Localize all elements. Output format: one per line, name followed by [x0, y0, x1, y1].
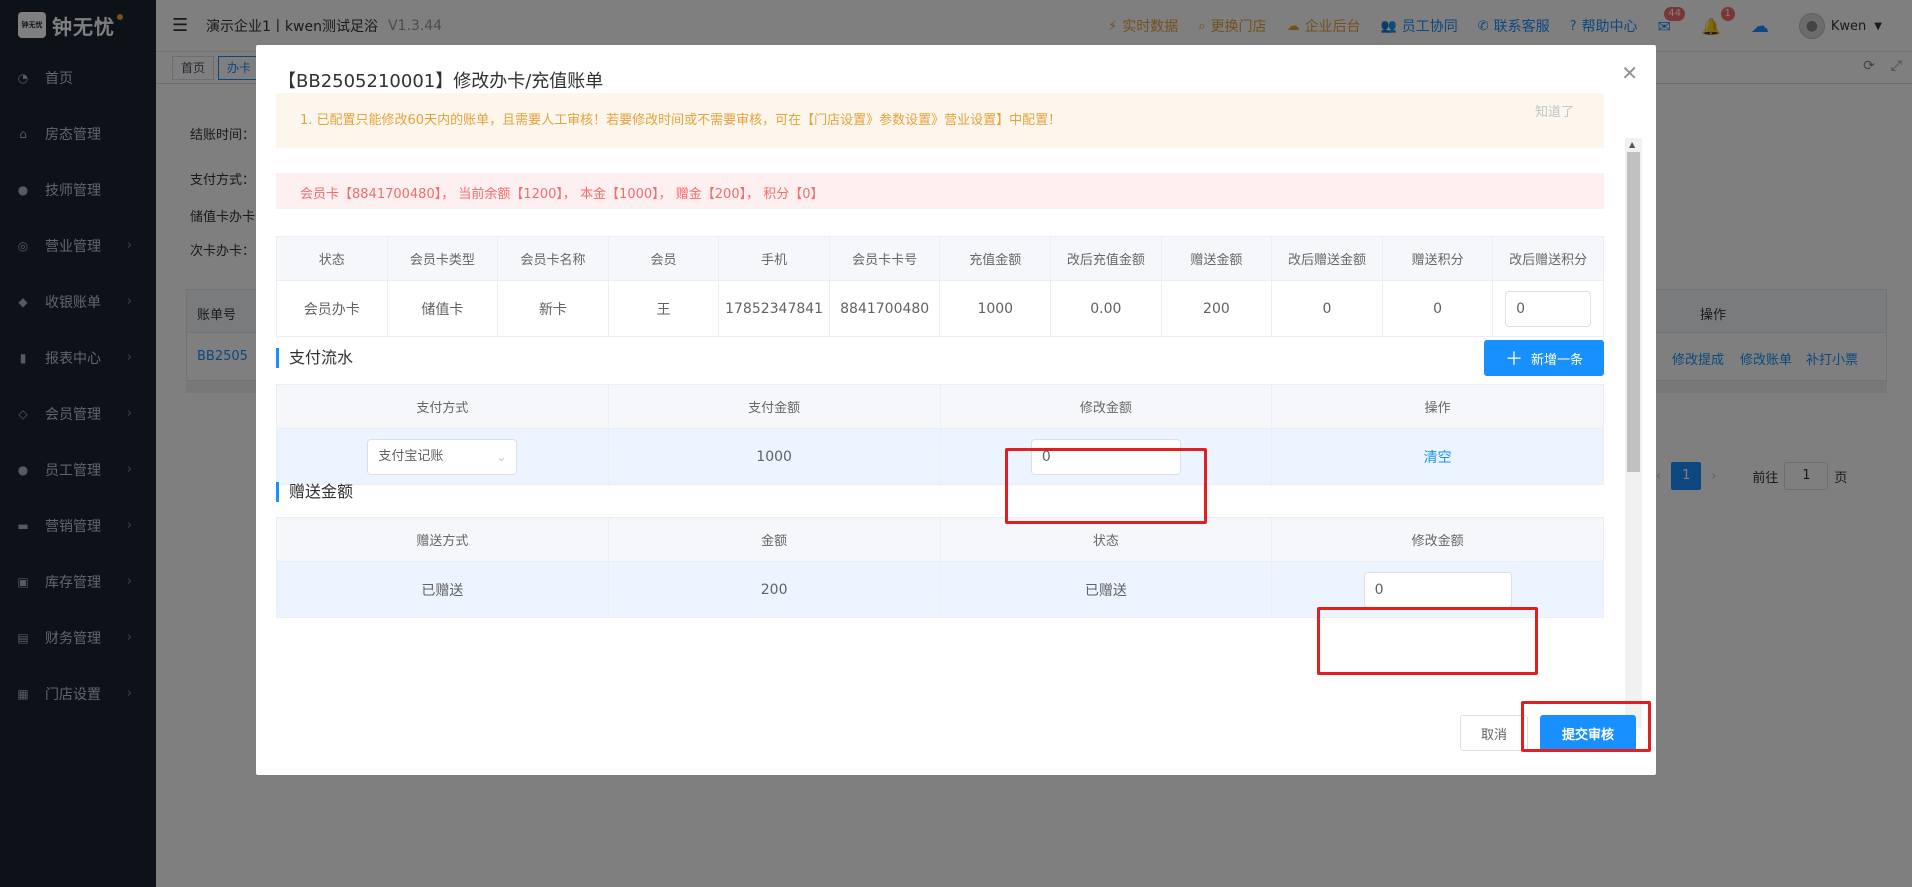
col-edit-amount: 修改金额 — [939, 384, 1273, 429]
recharge-amount: 1000 — [939, 280, 1052, 337]
new-gift-amount: 0 — [1271, 280, 1383, 337]
col-gift-amount: 金额 — [607, 517, 941, 562]
plus-icon: ＋ — [1504, 349, 1523, 370]
card-col-header: 改后赠送金额 — [1271, 236, 1383, 281]
card-col-header: 会员卡卡号 — [828, 236, 941, 281]
card-col-header: 赠送金额 — [1160, 236, 1273, 281]
card-type: 储值卡 — [386, 280, 499, 337]
new-gift-points-cell: 0 — [1492, 280, 1604, 337]
card-col-header: 充值金额 — [939, 236, 1052, 281]
cancel-button[interactable]: 取消 — [1460, 715, 1528, 751]
clear-cell: 清空 — [1271, 428, 1604, 485]
add-payment-label: 新增一条 — [1530, 352, 1583, 368]
add-payment-button[interactable]: ＋ 新增一条 — [1484, 340, 1604, 376]
card-number: 8841700480 — [828, 280, 941, 337]
col-gift-status: 状态 — [939, 517, 1273, 562]
card-col-header: 手机 — [718, 236, 830, 281]
chevron-down-icon: ⌄ — [496, 449, 507, 464]
scroll-up-icon[interactable]: ▲ — [1629, 140, 1635, 149]
card-col-header: 会员卡名称 — [497, 236, 609, 281]
gift-section-title: 赠送金额 — [276, 482, 353, 502]
pay-amount: 1000 — [607, 428, 941, 485]
table-row: 会员办卡 储值卡 新卡 王 17852347841 8841700480 100… — [276, 280, 1604, 337]
card-col-header: 改后充值金额 — [1050, 236, 1162, 281]
new-gift-points-input[interactable]: 0 — [1505, 290, 1592, 327]
pay-method-value: 支付宝记账 — [378, 448, 444, 464]
notice-banner: 1. 已配置只能修改60天内的账单，且需要人工审核！若要修改时间或不需要审核，可… — [276, 93, 1604, 148]
payment-table: 支付方式 支付金额 修改金额 操作 支付宝记账 ⌄ 1000 0 清空 — [276, 384, 1604, 485]
card-status: 会员办卡 — [276, 280, 388, 337]
col-operation: 操作 — [1271, 384, 1604, 429]
gift-points: 0 — [1381, 280, 1494, 337]
highlight-box — [1317, 607, 1538, 675]
card-col-header: 会员卡类型 — [386, 236, 499, 281]
notice-text: 1. 已配置只能修改60天内的账单，且需要人工审核！若要修改时间或不需要审核，可… — [300, 113, 1062, 128]
clear-link[interactable]: 清空 — [1424, 450, 1452, 466]
card-info-alert: 会员卡【8841700480】， 当前余额【1200】， 本金【1000】， 赠… — [276, 173, 1604, 209]
gift-table: 赠送方式 金额 状态 修改金额 已赠送 200 已赠送 0 — [276, 517, 1604, 618]
highlight-box — [1005, 448, 1207, 524]
card-col-header: 会员 — [607, 236, 720, 281]
new-recharge-amount: 0.00 — [1050, 280, 1162, 337]
card-table: 状态 会员卡类型 会员卡名称 会员 手机 会员卡卡号 充值金额 改后充值金额 赠送金额 改后赠送金… — [276, 236, 1604, 337]
pay-method-cell: 支付宝记账 ⌄ — [276, 428, 609, 485]
gift-amount: 200 — [1160, 280, 1273, 337]
gift-status: 已赠送 — [939, 561, 1273, 618]
pay-method-select[interactable]: 支付宝记账 ⌄ — [367, 438, 518, 475]
pay-flow-title: 支付流水 — [276, 348, 353, 368]
notice-dismiss-link[interactable]: 知道了 — [1535, 101, 1574, 120]
col-pay-amount: 支付金额 — [607, 384, 941, 429]
scroll-thumb[interactable] — [1627, 152, 1640, 472]
gift-amount-value: 200 — [607, 561, 941, 618]
card-col-header: 改后赠送积分 — [1492, 236, 1604, 281]
col-pay-method: 支付方式 — [276, 384, 609, 429]
card-col-header: 状态 — [276, 236, 388, 281]
close-icon[interactable]: ✕ — [1621, 61, 1638, 85]
member-phone: 17852347841 — [718, 280, 830, 337]
gift-edit-amount-input[interactable]: 0 — [1363, 571, 1512, 608]
highlight-box — [1521, 701, 1651, 752]
card-col-header: 赠送积分 — [1381, 236, 1494, 281]
vertical-scrollbar[interactable]: ▲ ▼ — [1625, 138, 1642, 728]
col-gift-edit: 修改金额 — [1271, 517, 1604, 562]
app-root: 钟无忧 钟无忧 ◔首页⌂房态管理●技师管理◎营业管理›◆收银账单›▮报表中心›◇… — [0, 0, 1912, 887]
gift-method: 已赠送 — [276, 561, 609, 618]
col-gift-method: 赠送方式 — [276, 517, 609, 562]
dialog-title: 【BB2505210001】修改办卡/充值账单 — [278, 71, 604, 92]
member-name: 王 — [607, 280, 720, 337]
table-row: 支付宝记账 ⌄ 1000 0 清空 — [276, 428, 1604, 485]
card-name: 新卡 — [497, 280, 609, 337]
